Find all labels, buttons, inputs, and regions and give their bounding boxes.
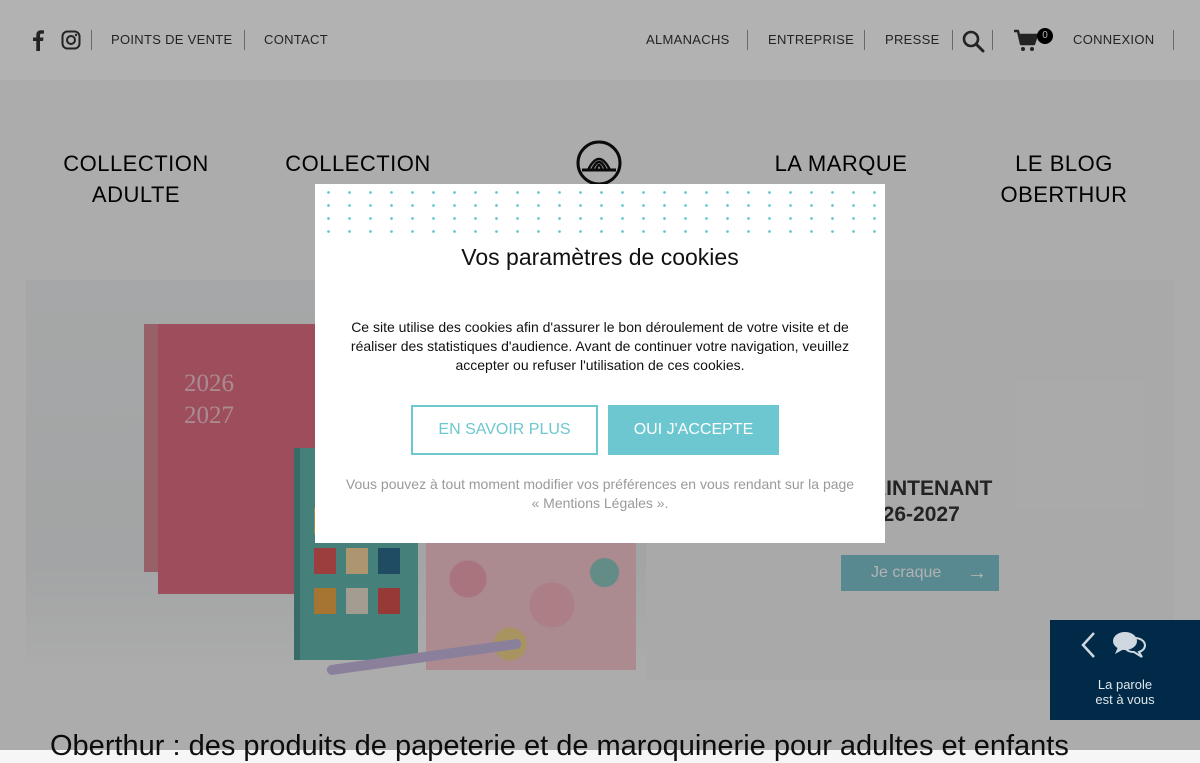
feedback-label-line: La parole [1097, 677, 1153, 692]
cookie-modal-body: Ce site utilise des cookies afin d'assur… [350, 319, 850, 373]
cookie-consent-modal: Vos paramètres de cookies Ce site utilis… [315, 184, 885, 543]
cookie-modal-title: Vos paramètres de cookies [461, 244, 739, 270]
feedback-label-line: est à vous [1095, 692, 1155, 707]
learn-more-button[interactable]: EN SAVOIR PLUS [411, 405, 598, 455]
chevron-left-icon[interactable] [1080, 631, 1096, 664]
feedback-widget[interactable]: La parole est à vous [1050, 620, 1200, 720]
feedback-label: La parole est à vous [1050, 677, 1200, 707]
accept-cookies-button[interactable]: OUI J'ACCEPTE [608, 405, 779, 455]
dot-pattern-decoration [315, 184, 885, 238]
speech-bubbles-icon [1112, 630, 1148, 663]
cookie-modal-note: Vous pouvez à tout moment modifier vos p… [345, 476, 855, 511]
